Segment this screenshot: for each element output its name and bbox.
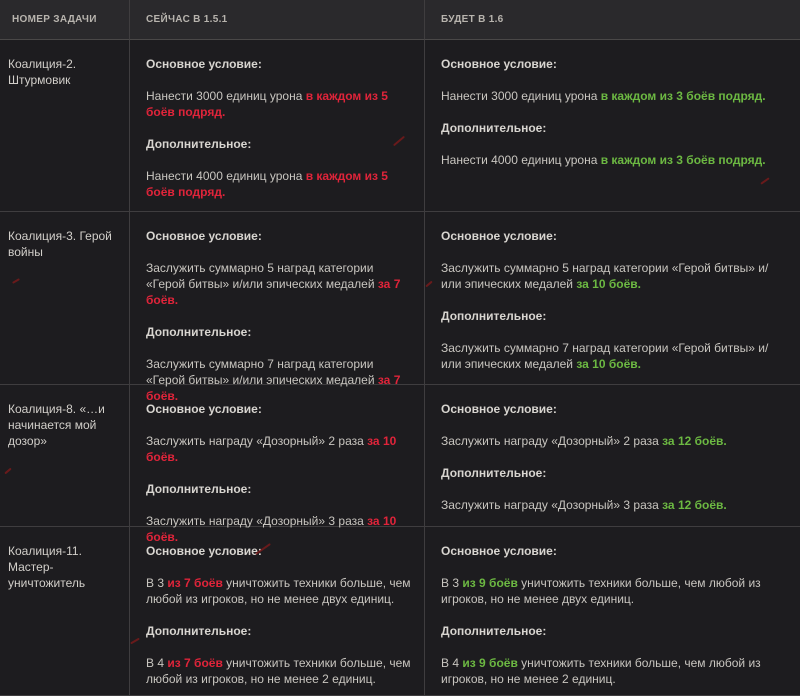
condition-text: В 3 bbox=[146, 576, 168, 590]
additional-condition-text: В 4 из 7 боёв уничтожить техники больше,… bbox=[146, 655, 414, 687]
condition-text: Заслужить награду «Дозорный» 2 раза bbox=[441, 434, 663, 448]
main-condition-label: Основное условие: bbox=[146, 544, 262, 558]
additional-condition-text: Заслужить награду «Дозорный» 3 раза за 1… bbox=[441, 497, 780, 513]
additional-condition-text: Нанести 4000 единиц урона в каждом из 3 … bbox=[441, 152, 780, 168]
condition-highlight: из 7 боёв bbox=[167, 576, 223, 590]
condition-text: В 3 bbox=[441, 576, 463, 590]
current-conditions: Основное условие: В 3 из 7 боёв уничтожи… bbox=[129, 527, 424, 696]
main-condition-label: Основное условие: bbox=[441, 57, 557, 71]
main-condition-text: Нанести 3000 единиц урона в каждом из 5 … bbox=[146, 88, 414, 120]
condition-highlight: из 9 боёв bbox=[462, 656, 518, 670]
additional-condition-label: Дополнительное: bbox=[441, 624, 547, 638]
task-name: Коалиция-11. Мастер-уничтожитель bbox=[0, 527, 129, 696]
additional-condition-label: Дополнительное: bbox=[146, 624, 252, 638]
additional-condition-label: Дополнительное: bbox=[146, 137, 252, 151]
main-condition-text: Заслужить награду «Дозорный» 2 раза за 1… bbox=[441, 433, 780, 449]
condition-text: Заслужить суммарно 5 наград категории «Г… bbox=[146, 261, 378, 291]
condition-text: В 4 bbox=[146, 656, 168, 670]
task-name: Коалиция-2. Штурмовик bbox=[0, 40, 129, 212]
task-name: Коалиция-3. Герой войны bbox=[0, 212, 129, 385]
future-conditions: Основное условие: Заслужить суммарно 5 н… bbox=[424, 212, 800, 385]
condition-highlight: в каждом из 3 боёв подряд. bbox=[600, 89, 766, 103]
condition-text: Нанести 3000 единиц урона bbox=[146, 89, 306, 103]
additional-condition-label: Дополнительное: bbox=[441, 121, 547, 135]
future-conditions: Основное условие: Нанести 3000 единиц ур… bbox=[424, 40, 800, 212]
main-condition-label: Основное условие: bbox=[146, 402, 262, 416]
additional-condition-label: Дополнительное: bbox=[441, 309, 547, 323]
additional-condition-text: Заслужить суммарно 7 наград категории «Г… bbox=[441, 340, 780, 372]
additional-condition-text: В 4 из 9 боёв уничтожить техники больше,… bbox=[441, 655, 780, 687]
current-conditions: Основное условие: Заслужить суммарно 5 н… bbox=[129, 212, 424, 403]
header-current-version: СЕЙЧАС В 1.5.1 bbox=[129, 0, 424, 40]
main-condition-text: В 3 из 9 боёв уничтожить техники больше,… bbox=[441, 575, 780, 607]
current-conditions: Основное условие: Заслужить награду «Доз… bbox=[129, 385, 424, 544]
additional-condition-label: Дополнительное: bbox=[146, 325, 252, 339]
header-next-version: БУДЕТ В 1.6 bbox=[424, 0, 800, 40]
condition-text: Нанести 3000 единиц урона bbox=[441, 89, 601, 103]
condition-highlight: из 7 боёв bbox=[167, 656, 223, 670]
condition-highlight: за 12 боёв. bbox=[662, 498, 727, 512]
condition-highlight: за 10 боёв. bbox=[576, 277, 641, 291]
task-name: Коалиция-8. «…и начинается мой дозор» bbox=[0, 385, 129, 527]
condition-text: Нанести 4000 единиц урона bbox=[441, 153, 601, 167]
condition-text: Нанести 4000 единиц урона bbox=[146, 169, 306, 183]
condition-text: Заслужить суммарно 7 наград категории «Г… bbox=[146, 357, 378, 387]
condition-text: Заслужить награду «Дозорный» 3 раза bbox=[441, 498, 663, 512]
condition-highlight: из 9 боёв bbox=[462, 576, 518, 590]
additional-condition-label: Дополнительное: bbox=[441, 466, 547, 480]
main-condition-text: Заслужить суммарно 5 наград категории «Г… bbox=[441, 260, 780, 292]
main-condition-label: Основное условие: bbox=[146, 229, 262, 243]
condition-text: В 4 bbox=[441, 656, 463, 670]
quest-comparison-table: НОМЕР ЗАДАЧИ СЕЙЧАС В 1.5.1 БУДЕТ В 1.6 … bbox=[0, 0, 800, 696]
main-condition-text: Нанести 3000 единиц урона в каждом из 3 … bbox=[441, 88, 780, 104]
main-condition-label: Основное условие: bbox=[146, 57, 262, 71]
main-condition-label: Основное условие: bbox=[441, 402, 557, 416]
condition-highlight: в каждом из 3 боёв подряд. bbox=[600, 153, 766, 167]
condition-highlight: за 12 боёв. bbox=[662, 434, 727, 448]
main-condition-text: Заслужить суммарно 5 наград категории «Г… bbox=[146, 260, 414, 308]
main-condition-label: Основное условие: bbox=[441, 229, 557, 243]
additional-condition-text: Нанести 4000 единиц урона в каждом из 5 … bbox=[146, 168, 414, 200]
main-condition-text: В 3 из 7 боёв уничтожить техники больше,… bbox=[146, 575, 414, 607]
current-conditions: Основное условие: Нанести 3000 единиц ур… bbox=[129, 40, 424, 212]
condition-text: Заслужить награду «Дозорный» 3 раза bbox=[146, 514, 368, 528]
future-conditions: Основное условие: В 3 из 9 боёв уничтожи… bbox=[424, 527, 800, 696]
condition-text: Заслужить награду «Дозорный» 2 раза bbox=[146, 434, 368, 448]
additional-condition-label: Дополнительное: bbox=[146, 482, 252, 496]
future-conditions: Основное условие: Заслужить награду «Доз… bbox=[424, 385, 800, 527]
condition-highlight: за 10 боёв. bbox=[576, 357, 641, 371]
main-condition-text: Заслужить награду «Дозорный» 2 раза за 1… bbox=[146, 433, 414, 465]
main-condition-label: Основное условие: bbox=[441, 544, 557, 558]
header-task-number: НОМЕР ЗАДАЧИ bbox=[0, 0, 129, 40]
